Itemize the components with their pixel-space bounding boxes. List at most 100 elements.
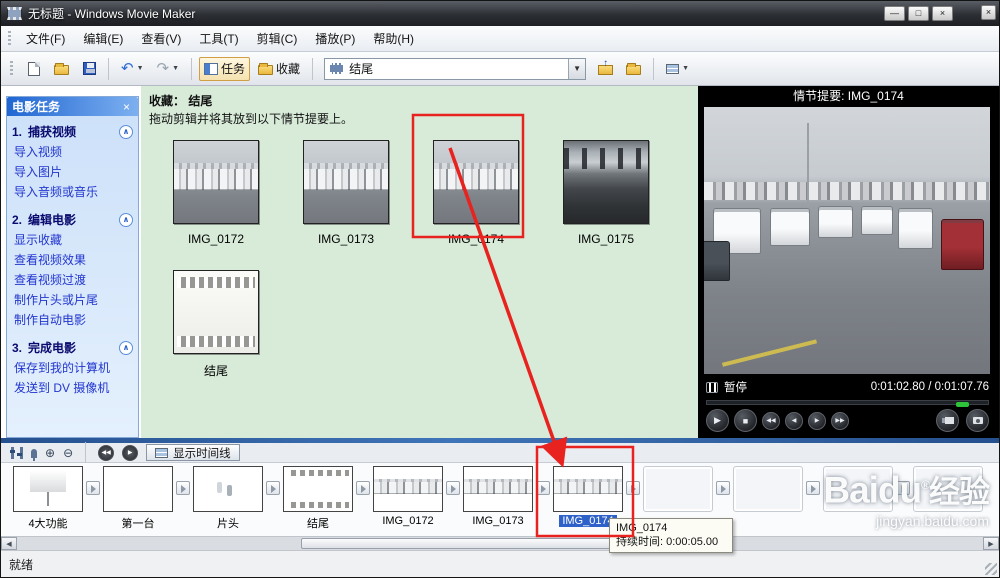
link-import-audio[interactable]: 导入音频或音乐 [14, 183, 133, 200]
preview-monitor: 情节提要: IMG_0174 暂停 0:01:02.80 / 0:01:0 [698, 86, 999, 438]
undo-button[interactable]: ↶▼ [116, 57, 149, 81]
resize-grip[interactable] [985, 563, 997, 575]
storyboard-clip-3[interactable]: 片头 [193, 466, 263, 531]
panel-close-icon[interactable]: × [120, 100, 133, 114]
menu-item-view[interactable]: 查看(V) [132, 26, 190, 51]
maximize-button[interactable]: □ [908, 6, 929, 21]
split-clip-button[interactable] [936, 409, 959, 432]
storyboard-clip-img-0173[interactable]: IMG_0173 [463, 466, 533, 527]
transition-cell[interactable] [446, 481, 460, 495]
link-make-automovie[interactable]: 制作自动电影 [14, 311, 133, 328]
close-button[interactable]: × [932, 6, 953, 21]
link-send-to-dv[interactable]: 发送到 DV 摄像机 [14, 379, 133, 396]
zoom-in-icon[interactable]: ⊕ [45, 446, 55, 460]
transition-cell[interactable] [536, 481, 550, 495]
redo-button[interactable]: ↷▼ [152, 57, 185, 81]
transition-cell[interactable] [626, 481, 640, 495]
clip-thumbnail [173, 270, 259, 354]
collapse-chevron-icon[interactable]: ∧ [119, 341, 133, 355]
stop-button[interactable]: ■ [734, 409, 757, 432]
rewind-storyboard-button[interactable]: ◀◀ [98, 445, 114, 461]
collection-item-credits[interactable]: 结尾 [173, 270, 259, 379]
storyboard-empty-slot[interactable] [643, 466, 713, 512]
scroll-right-icon[interactable]: ▶ [983, 537, 999, 550]
transition-cell[interactable] [266, 481, 280, 495]
show-timeline-button[interactable]: 显示时间线 [146, 444, 240, 461]
menu-item-clip[interactable]: 剪辑(C) [248, 26, 307, 51]
play-storyboard-button[interactable]: ▶ [122, 445, 138, 461]
link-show-collections[interactable]: 显示收藏 [14, 231, 133, 248]
up-one-level-button[interactable] [593, 57, 618, 81]
transition-cell[interactable] [86, 481, 100, 495]
transition-cell[interactable] [356, 481, 370, 495]
open-project-button[interactable] [49, 57, 74, 81]
transition-cell[interactable] [806, 481, 820, 495]
section-edit-movie: 2. 编辑电影 ∧ 显示收藏 查看视频效果 查看视频过渡 制作片头或片尾 制作自… [12, 211, 133, 328]
transition-cell[interactable] [716, 481, 730, 495]
audio-levels-icon[interactable] [11, 447, 23, 459]
menu-item-tools[interactable]: 工具(T) [190, 26, 247, 51]
seek-bar[interactable] [706, 400, 989, 405]
collections-toggle-button[interactable]: 收藏 [253, 57, 305, 81]
show-timeline-label: 显示时间线 [173, 445, 231, 461]
next-frame-button[interactable]: ▶ [808, 412, 826, 430]
storyboard-clip-1[interactable]: 4大功能 [13, 466, 83, 531]
transition-cell[interactable] [176, 481, 190, 495]
collection-item-img-0175[interactable]: IMG_0175 [563, 140, 649, 246]
collapse-chevron-icon[interactable]: ∧ [119, 213, 133, 227]
horizontal-scrollbar[interactable]: ◀ ▶ [1, 536, 999, 550]
previous-frame-button[interactable]: ◀ [785, 412, 803, 430]
take-picture-button[interactable] [966, 409, 989, 432]
storyboard-clip-img-0172[interactable]: IMG_0172 [373, 466, 443, 527]
collection-item-img-0173[interactable]: IMG_0173 [303, 140, 389, 246]
window-controls: — □ × [884, 6, 953, 21]
storyboard-clip-2[interactable]: 第一台 [103, 466, 173, 531]
new-collection-folder-button[interactable] [621, 57, 646, 81]
scrollbar-thumb[interactable] [301, 538, 641, 549]
storyboard-empty-slot[interactable] [913, 466, 983, 512]
link-import-pictures[interactable]: 导入图片 [14, 163, 133, 180]
movie-tasks-body: 1. 捕获视频 ∧ 导入视频 导入图片 导入音频或音乐 2. 编辑电影 ∧ 显示… [7, 116, 138, 437]
clip-label: 4大功能 [28, 518, 67, 530]
storyboard-clip-4[interactable]: 结尾 [283, 466, 353, 531]
link-save-to-computer[interactable]: 保存到我的计算机 [14, 359, 133, 376]
menu-item-edit[interactable]: 编辑(E) [74, 26, 132, 51]
minimize-button[interactable]: — [884, 6, 905, 21]
van-shape [770, 208, 810, 245]
toolbar-separator [85, 442, 86, 464]
link-make-titles-credits[interactable]: 制作片头或片尾 [14, 291, 133, 308]
menu-item-help[interactable]: 帮助(H) [364, 26, 423, 51]
zoom-out-icon[interactable]: ⊖ [63, 446, 73, 460]
toolbar-separator [191, 58, 192, 80]
collection-item-img-0172[interactable]: IMG_0172 [173, 140, 259, 246]
tasks-button-label: 任务 [221, 60, 245, 77]
tasks-toggle-button[interactable]: 任务 [199, 57, 250, 81]
film-icon [330, 63, 343, 74]
clip-thumbnail [193, 466, 263, 512]
views-button[interactable]: ▼ [661, 57, 694, 81]
back-button[interactable]: ◀◀ [762, 412, 780, 430]
link-view-video-effects[interactable]: 查看视频效果 [14, 251, 133, 268]
collapse-chevron-icon[interactable]: ∧ [119, 125, 133, 139]
transition-cell[interactable] [896, 481, 910, 495]
titlebar-extra-close-button[interactable]: × [981, 5, 996, 20]
storyboard-empty-slot[interactable] [733, 466, 803, 512]
collection-dropdown[interactable]: 结尾 ▼ [324, 58, 586, 80]
clip-label: 结尾 [173, 362, 259, 379]
link-import-video[interactable]: 导入视频 [14, 143, 133, 160]
new-project-button[interactable] [22, 57, 46, 81]
section-number: 2. [12, 213, 22, 227]
forward-button[interactable]: ▶▶ [831, 412, 849, 430]
menu-item-file[interactable]: 文件(F) [17, 26, 74, 51]
toolbar-separator [108, 58, 109, 80]
storyboard-empty-slot[interactable] [823, 466, 893, 512]
scroll-left-icon[interactable]: ◀ [1, 537, 17, 550]
play-button[interactable]: ▶ [706, 409, 729, 432]
collection-item-img-0174[interactable]: IMG_0174 [433, 140, 519, 246]
save-project-button[interactable] [77, 57, 101, 81]
link-view-video-transitions[interactable]: 查看视频过渡 [14, 271, 133, 288]
collection-dropdown-arrow[interactable]: ▼ [568, 59, 585, 79]
menu-item-play[interactable]: 播放(P) [306, 26, 364, 51]
narrate-timeline-icon[interactable] [31, 449, 37, 458]
main-toolbar: ↶▼ ↷▼ 任务 收藏 结尾 ▼ ▼ [1, 52, 999, 86]
